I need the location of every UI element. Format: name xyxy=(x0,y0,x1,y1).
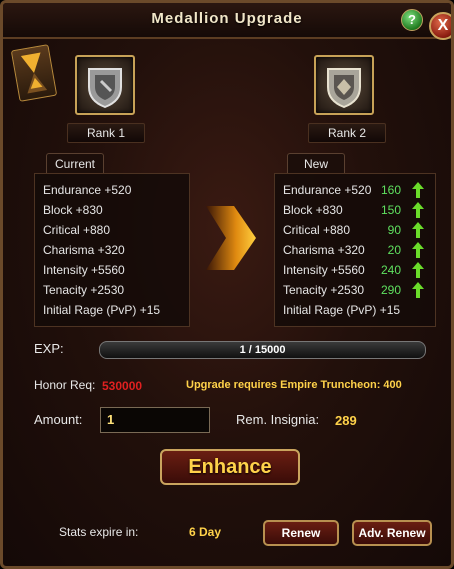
current-stat-row: Endurance +520 xyxy=(43,183,132,197)
tab-new: New xyxy=(287,153,345,174)
help-button[interactable]: ? xyxy=(401,9,423,31)
tab-current: Current xyxy=(46,153,104,174)
exp-label: EXP: xyxy=(34,341,64,356)
new-stat-row: Critical +880 xyxy=(283,223,351,237)
expire-value: 6 Day xyxy=(189,525,222,539)
amount-label: Amount: xyxy=(34,412,83,427)
new-stat-row: Block +830 xyxy=(283,203,343,217)
current-stat-row: Block +830 xyxy=(43,203,103,217)
current-stat-row: Intensity +5560 xyxy=(43,263,125,277)
upgrade-arrow-icon xyxy=(206,198,258,278)
amount-input[interactable]: 1 xyxy=(100,407,210,433)
new-stats-panel: Endurance +520 160 Block +830 150 Critical +… xyxy=(274,173,436,327)
stat-bonus-value: 160 xyxy=(380,183,401,197)
insignia-label: Rem. Insignia: xyxy=(236,412,320,427)
stat-up-arrow-icon xyxy=(412,222,424,238)
new-stat-row: Initial Rage (PvP) +15 xyxy=(283,303,401,317)
stat-up-arrow-icon xyxy=(412,182,424,198)
window-title: Medallion Upgrade xyxy=(151,10,303,27)
stat-up-arrow-icon xyxy=(412,282,424,298)
current-stat-row: Tenacity +2530 xyxy=(43,283,125,297)
current-stats-panel: Endurance +520 Block +830 Critical +880 Cha… xyxy=(34,173,190,327)
enhance-button[interactable]: Enhance xyxy=(160,449,300,485)
medallion-upgrade-window: Medallion Upgrade ? X Rank 1 Rank 2 Curr… xyxy=(0,0,454,569)
stat-up-arrow-icon xyxy=(412,202,424,218)
new-stat-row: Tenacity +2530 xyxy=(283,283,365,297)
new-stat-row: Intensity +5560 xyxy=(283,263,365,277)
new-stat-row: Endurance +520 xyxy=(283,183,372,197)
honor-req-label: Honor Req: xyxy=(34,378,96,392)
stat-bonus-value: 150 xyxy=(380,203,401,217)
current-stat-row: Initial Rage (PvP) +15 xyxy=(43,303,161,317)
stat-up-arrow-icon xyxy=(412,262,424,278)
medallion-rank2-icon xyxy=(314,55,374,115)
insignia-value: 289 xyxy=(335,413,357,428)
close-button[interactable]: X xyxy=(429,12,451,40)
current-stat-row: Charisma +320 xyxy=(43,243,125,257)
adv-renew-button[interactable]: Adv. Renew xyxy=(352,520,432,546)
title-bar: Medallion Upgrade ? X xyxy=(3,3,451,40)
current-stat-row: Critical +880 xyxy=(43,223,111,237)
exp-progress-bar: 1 / 15000 xyxy=(99,341,426,359)
stat-bonus-value: 240 xyxy=(380,263,401,277)
hourglass-icon xyxy=(10,44,58,102)
rank-next-label: Rank 2 xyxy=(308,123,386,143)
exp-text: 1 / 15000 xyxy=(239,344,286,356)
medallion-rank1-icon xyxy=(75,55,135,115)
upgrade-requirement: Upgrade requires Empire Truncheon: 400 xyxy=(186,379,402,391)
rank-current-label: Rank 1 xyxy=(67,123,145,143)
new-stat-row: Charisma +320 xyxy=(283,243,365,257)
stat-bonus-value: 90 xyxy=(387,223,401,237)
stat-up-arrow-icon xyxy=(412,242,424,258)
expire-label: Stats expire in: xyxy=(59,525,139,539)
renew-button[interactable]: Renew xyxy=(263,520,339,546)
stat-bonus-value: 290 xyxy=(380,283,401,297)
honor-req-value: 530000 xyxy=(102,379,143,393)
stat-bonus-value: 20 xyxy=(387,243,401,257)
